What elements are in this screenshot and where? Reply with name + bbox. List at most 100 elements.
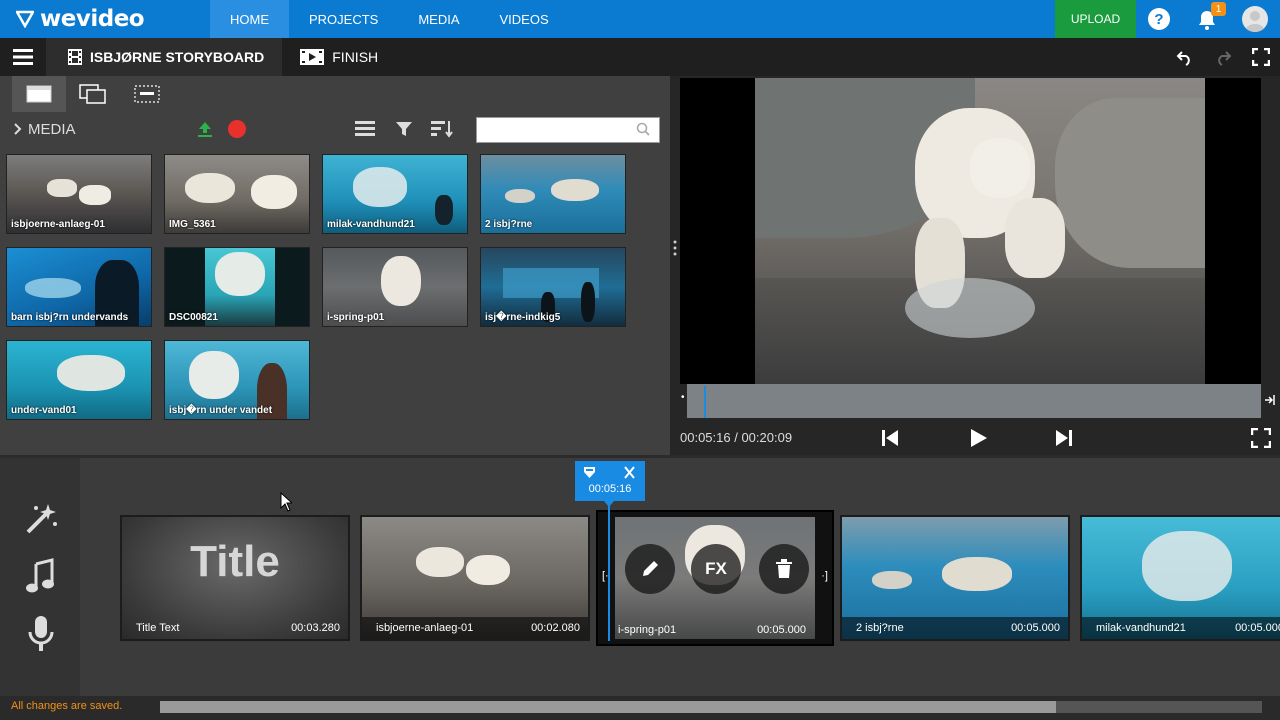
save-status: All changes are saved. <box>11 700 123 712</box>
film-reel-icon <box>300 49 325 65</box>
media-thumbnail[interactable]: DSC00821 <box>164 247 310 327</box>
edit-clip-button[interactable] <box>625 544 675 594</box>
thumbnail-label: IMG_5361 <box>169 219 216 230</box>
media-section-title: MEDIA <box>28 120 76 138</box>
media-header: MEDIA <box>0 112 670 146</box>
timeline-tools <box>0 458 80 696</box>
panel-resize-handle[interactable] <box>673 240 677 256</box>
fullscreen-icon[interactable] <box>1252 48 1270 66</box>
thumbnail-label: 2 isbj?rne <box>485 219 533 230</box>
magic-wand-icon[interactable] <box>24 500 60 536</box>
media-thumbnail[interactable]: isbjoerne-anlaeg-01 <box>6 154 152 234</box>
microphone-icon[interactable] <box>28 616 54 652</box>
trim-end-icon[interactable] <box>1264 393 1276 407</box>
media-thumbnail[interactable]: 2 isbj?rne <box>480 154 626 234</box>
redo-icon[interactable] <box>1214 48 1232 66</box>
thumbnail-label: isbj�rn under vandet <box>169 405 273 416</box>
delete-clip-button[interactable] <box>759 544 809 594</box>
clip-name: 2 isbj?rne <box>856 622 904 634</box>
timeline-clip[interactable]: milak-vandhund21 00:05.000 <box>1080 515 1280 641</box>
media-section-toggle[interactable]: MEDIA <box>0 121 76 138</box>
tab-text[interactable] <box>120 76 174 112</box>
timeline-scrollbar-thumb[interactable] <box>160 701 1056 713</box>
skip-back-icon[interactable] <box>879 427 901 449</box>
project-title: ISBJØRNE STORYBOARD <box>90 49 265 65</box>
text-icon <box>134 85 160 103</box>
undo-icon[interactable] <box>1176 48 1194 66</box>
marker-icon[interactable] <box>583 466 596 479</box>
clip-duration: 00:02.080 <box>531 622 580 634</box>
media-thumbnail[interactable]: barn isbj?rn undervands <box>6 247 152 327</box>
timeline-playhead-time: 00:05:16 <box>588 483 632 495</box>
timeline-clip-selected[interactable]: FX [· ·] i-spring-p01 00:05.000 <box>596 510 834 646</box>
media-thumbnail[interactable]: isbj�rn under vandet <box>164 340 310 420</box>
preview-scrubber[interactable] <box>687 384 1261 418</box>
help-icon[interactable]: ? <box>1148 8 1170 30</box>
clip-duration: 00:05.000 <box>1235 622 1280 634</box>
edit-controls <box>1176 38 1280 76</box>
search-icon[interactable] <box>636 122 650 136</box>
trim-end-handle[interactable]: ·] <box>821 570 828 582</box>
scissors-icon[interactable] <box>623 466 636 479</box>
media-thumbnail[interactable]: i-spring-p01 <box>322 247 468 327</box>
timeline-playhead-marker[interactable] <box>575 461 645 501</box>
video-preview[interactable] <box>680 78 1261 384</box>
media-thumbnail[interactable]: under-vand01 <box>6 340 152 420</box>
transitions-icon <box>79 84 106 104</box>
timeline-clip[interactable]: 2 isbj?rne 00:05.000 <box>840 515 1070 641</box>
media-thumbnail[interactable]: IMG_5361 <box>164 154 310 234</box>
trash-icon <box>776 559 792 578</box>
thumbnail-label: i-spring-p01 <box>327 312 385 323</box>
nav-tab-home[interactable]: HOME <box>210 0 289 38</box>
timeline-clip[interactable]: isbjoerne-anlaeg-01 00:02.080 <box>360 515 590 641</box>
nav-tab-videos[interactable]: VIDEOS <box>480 0 569 38</box>
user-icon <box>1246 11 1264 32</box>
finish-tab[interactable]: FINISH <box>282 49 378 65</box>
video-frame <box>755 78 1205 384</box>
media-library-icon <box>26 85 52 103</box>
preview-playhead[interactable] <box>704 386 706 418</box>
logo[interactable]: wevideo <box>0 0 210 38</box>
timeline-playhead-line[interactable] <box>608 501 610 641</box>
notification-badge: 1 <box>1211 2 1226 16</box>
logo-text: wevideo <box>40 6 145 32</box>
upload-button[interactable]: UPLOAD <box>1055 0 1136 38</box>
nav-tab-projects[interactable]: PROJECTS <box>289 0 398 38</box>
media-thumbnail[interactable]: isj�rne-indkig5 <box>480 247 626 327</box>
thumbnail-label: isj�rne-indkig5 <box>485 312 561 323</box>
clip-name: Title Text <box>136 622 180 634</box>
clip-duration: 00:03.280 <box>291 622 340 634</box>
clip-name: isbjoerne-anlaeg-01 <box>376 622 474 634</box>
timeline-clip-title[interactable]: Title Title Text 00:03.280 <box>120 515 350 641</box>
clip-duration: 00:05.000 <box>1011 622 1060 634</box>
list-view-icon[interactable] <box>355 121 375 137</box>
filter-icon[interactable] <box>395 120 413 138</box>
media-type-tabs <box>0 76 670 112</box>
skip-forward-icon[interactable] <box>1053 427 1075 449</box>
project-tab[interactable]: ISBJØRNE STORYBOARD <box>46 38 283 76</box>
menu-icon[interactable] <box>0 38 46 76</box>
chevron-right-icon <box>14 123 22 135</box>
avatar[interactable] <box>1242 6 1268 32</box>
music-icon[interactable] <box>26 558 54 594</box>
thumbnail-label: milak-vandhund21 <box>327 219 415 230</box>
fullscreen-preview-icon[interactable] <box>1251 428 1271 448</box>
clip-name: milak-vandhund21 <box>1096 622 1186 634</box>
thumbnail-label: under-vand01 <box>11 405 77 416</box>
project-toolbar: ISBJØRNE STORYBOARD FINISH <box>0 38 1280 76</box>
thumbnail-label: isbjoerne-anlaeg-01 <box>11 219 105 230</box>
time-readout: 00:05:16 / 00:20:09 <box>680 430 793 445</box>
sort-icon[interactable] <box>431 120 453 138</box>
play-icon[interactable] <box>967 427 989 449</box>
logo-icon <box>16 10 34 28</box>
nav-tab-media[interactable]: MEDIA <box>398 0 479 38</box>
top-navigation: wevideo HOME PROJECTS MEDIA VIDEOS UPLOA… <box>0 0 1280 38</box>
media-search-input[interactable] <box>476 117 660 143</box>
clip-name: i-spring-p01 <box>618 624 677 636</box>
import-icon[interactable] <box>196 120 214 138</box>
tab-transitions[interactable] <box>66 76 120 112</box>
record-icon[interactable] <box>228 120 246 138</box>
media-thumbnail[interactable]: milak-vandhund21 <box>322 154 468 234</box>
tab-media-library[interactable] <box>12 76 66 112</box>
fx-button[interactable]: FX <box>691 544 741 594</box>
